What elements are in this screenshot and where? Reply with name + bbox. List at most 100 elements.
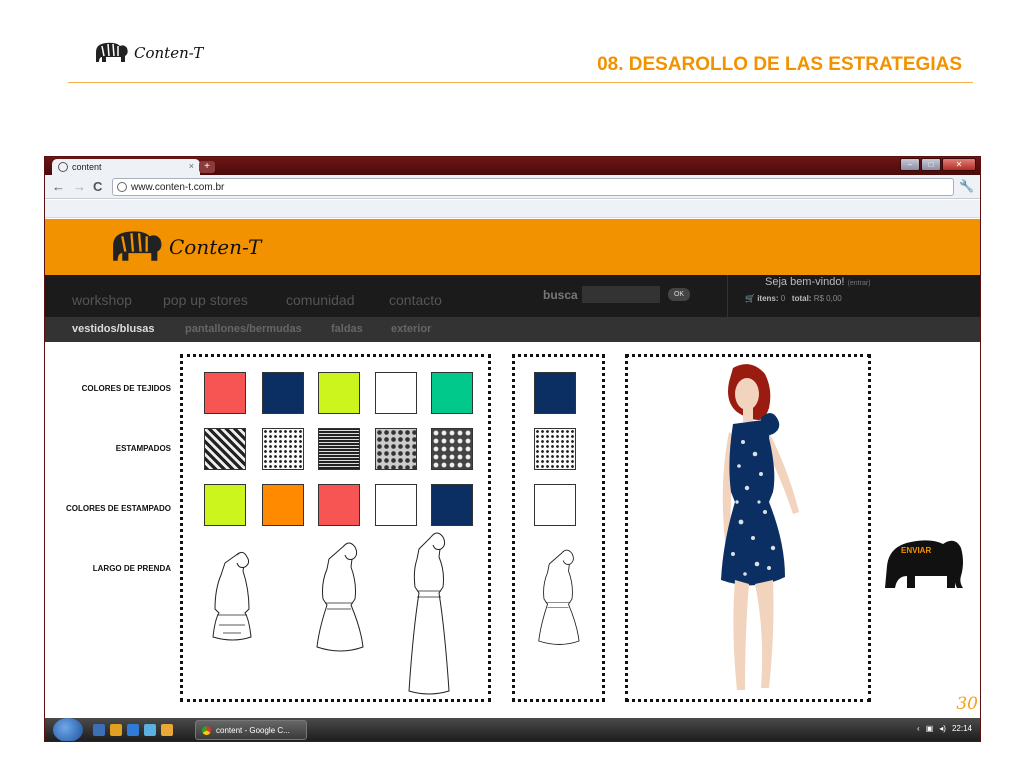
window-close-button[interactable]: ✕ (942, 158, 976, 171)
knee-dress-option[interactable] (307, 539, 371, 659)
selected-print-color (534, 484, 576, 526)
windows-explorer-icon[interactable] (144, 724, 156, 736)
forward-arrow-icon[interactable]: → (73, 179, 86, 194)
label-colores-de-estampado: COLORES DE ESTAMPADO (65, 504, 171, 513)
new-tab-button[interactable]: + (199, 161, 215, 173)
cart-total-value: R$ 0,00 (813, 294, 842, 303)
print-color-swatch[interactable] (375, 484, 417, 526)
slide-logo: Conten-T (92, 40, 203, 66)
category-vestidos-blusas[interactable]: vestidos/blusas (72, 323, 155, 335)
windows-taskbar: content - Google C... ‹ ▣ ◂) 22:14 (45, 718, 980, 741)
selected-pattern (534, 428, 576, 470)
window-controls: – □ ✕ (900, 158, 976, 171)
nav-item-workshop[interactable]: workshop (72, 292, 132, 308)
bookmarks-bar (45, 200, 980, 218)
browser-toolbar: ← → C www.conten-t.com.br 🔧 (45, 175, 980, 199)
short-top-option[interactable] (203, 549, 263, 653)
search-input[interactable] (582, 286, 660, 303)
cart-items-label: itens: (757, 294, 779, 303)
category-nav: vestidos/blusas pantallones/bermudas fal… (45, 317, 980, 342)
nav-item-comunidad[interactable]: comunidad (286, 292, 355, 308)
print-color-swatch[interactable] (262, 484, 304, 526)
fabric-color-swatch[interactable] (375, 372, 417, 414)
fabric-color-swatch[interactable] (262, 372, 304, 414)
cart-summary: 🛒 itens: 0 total: R$ 0,00 (745, 294, 842, 303)
nav-item-contacto[interactable]: contacto (389, 292, 442, 308)
cart-icon[interactable]: 🛒 (745, 294, 755, 303)
fabric-color-swatch[interactable] (318, 372, 360, 414)
url-text: www.conten-t.com.br (131, 181, 225, 193)
minimize-button[interactable]: – (900, 158, 920, 171)
nav-divider (727, 275, 728, 317)
browser-window: content × + – □ ✕ ← → C www.conten-t.com… (44, 156, 981, 742)
enviar-label: ENVIAR (901, 546, 932, 555)
reload-icon[interactable]: C (93, 179, 102, 194)
selected-length-dress (538, 549, 580, 645)
taskbar-chrome-window[interactable]: content - Google C... (195, 720, 307, 740)
back-arrow-icon[interactable]: ← (52, 179, 65, 194)
slide-logo-text: Conten-T (134, 44, 204, 62)
print-color-swatch[interactable] (318, 484, 360, 526)
cart-total-label: total: (791, 294, 812, 303)
nav-item-pop-up-stores[interactable]: pop up stores (163, 292, 248, 308)
search-label: busca (543, 288, 578, 302)
show-desktop-icon[interactable] (93, 724, 105, 736)
chrome-icon[interactable] (110, 724, 122, 736)
pattern-floral[interactable] (262, 428, 304, 470)
address-bar[interactable]: www.conten-t.com.br (112, 178, 954, 196)
pattern-geometric[interactable] (204, 428, 246, 470)
start-button[interactable] (53, 718, 83, 741)
pattern-large-floral[interactable] (431, 428, 473, 470)
slide-title: 08. DESAROLLO DE LAS ESTRATEGIAS (597, 54, 962, 75)
maximize-button[interactable]: □ (921, 158, 941, 171)
wrench-icon[interactable]: 🔧 (959, 179, 974, 193)
label-colores-de-tejidos: COLORES DE TEJIDOS (81, 384, 171, 393)
system-tray: ‹ ▣ ◂) 22:14 (917, 724, 972, 733)
welcome-text: Seja bem-vindo! (765, 276, 845, 288)
slide-divider (68, 82, 973, 83)
login-link[interactable]: (entrar) (848, 280, 871, 287)
label-largo-de-prenda: LARGO DE PRENDA (92, 564, 171, 573)
print-color-swatch[interactable] (204, 484, 246, 526)
category-pantallones-bermudas[interactable]: pantallones/bermudas (185, 323, 302, 335)
zebra-elephant-icon (113, 231, 162, 261)
cart-items-value: 0 (780, 294, 786, 303)
category-exterior[interactable]: exterior (391, 323, 431, 335)
welcome-message: Seja bem-vindo! (entrar) (765, 276, 871, 288)
site-logo[interactable]: Conten-T (107, 227, 261, 267)
network-icon[interactable]: ▣ (926, 724, 934, 733)
fabric-color-swatch[interactable] (431, 372, 473, 414)
browser-title-bar: content × + – □ ✕ (45, 157, 980, 175)
site-header: Conten-T (45, 219, 980, 275)
zebra-elephant-icon (96, 42, 128, 62)
clock[interactable]: 22:14 (952, 724, 972, 733)
category-faldas[interactable]: faldas (331, 323, 363, 335)
site-nav: workshop pop up stores comunidad contact… (45, 275, 980, 317)
globe-icon (117, 182, 127, 192)
tab-title: content (72, 162, 102, 172)
fabric-color-swatch[interactable] (204, 372, 246, 414)
label-estampados: ESTAMPADOS (115, 444, 171, 453)
internet-explorer-icon[interactable] (127, 724, 139, 736)
media-player-icon[interactable] (161, 724, 173, 736)
globe-icon (58, 162, 68, 172)
browser-tab[interactable]: content × (52, 159, 200, 175)
slide: Conten-T 08. DESAROLLO DE LAS ESTRATEGIA… (0, 0, 1024, 769)
site-logo-text: Conten-T (169, 235, 262, 259)
chrome-icon (202, 725, 211, 735)
selected-fabric-color (534, 372, 576, 414)
page-number: 30 (956, 694, 978, 714)
taskbar-window-title: content - Google C... (216, 725, 290, 735)
pattern-paisley[interactable] (375, 428, 417, 470)
print-color-swatch[interactable] (431, 484, 473, 526)
enviar-button[interactable]: ENVIAR (881, 532, 965, 592)
long-dress-option[interactable] (403, 531, 455, 699)
pattern-striped[interactable] (318, 428, 360, 470)
elephant-icon (885, 540, 963, 588)
volume-icon[interactable]: ◂) (939, 724, 946, 733)
close-icon[interactable]: × (189, 161, 194, 171)
tray-chevron-icon[interactable]: ‹ (917, 724, 920, 733)
model-preview-image (721, 364, 799, 690)
search-ok-button[interactable]: OK (668, 288, 690, 301)
quick-launch (93, 724, 173, 736)
